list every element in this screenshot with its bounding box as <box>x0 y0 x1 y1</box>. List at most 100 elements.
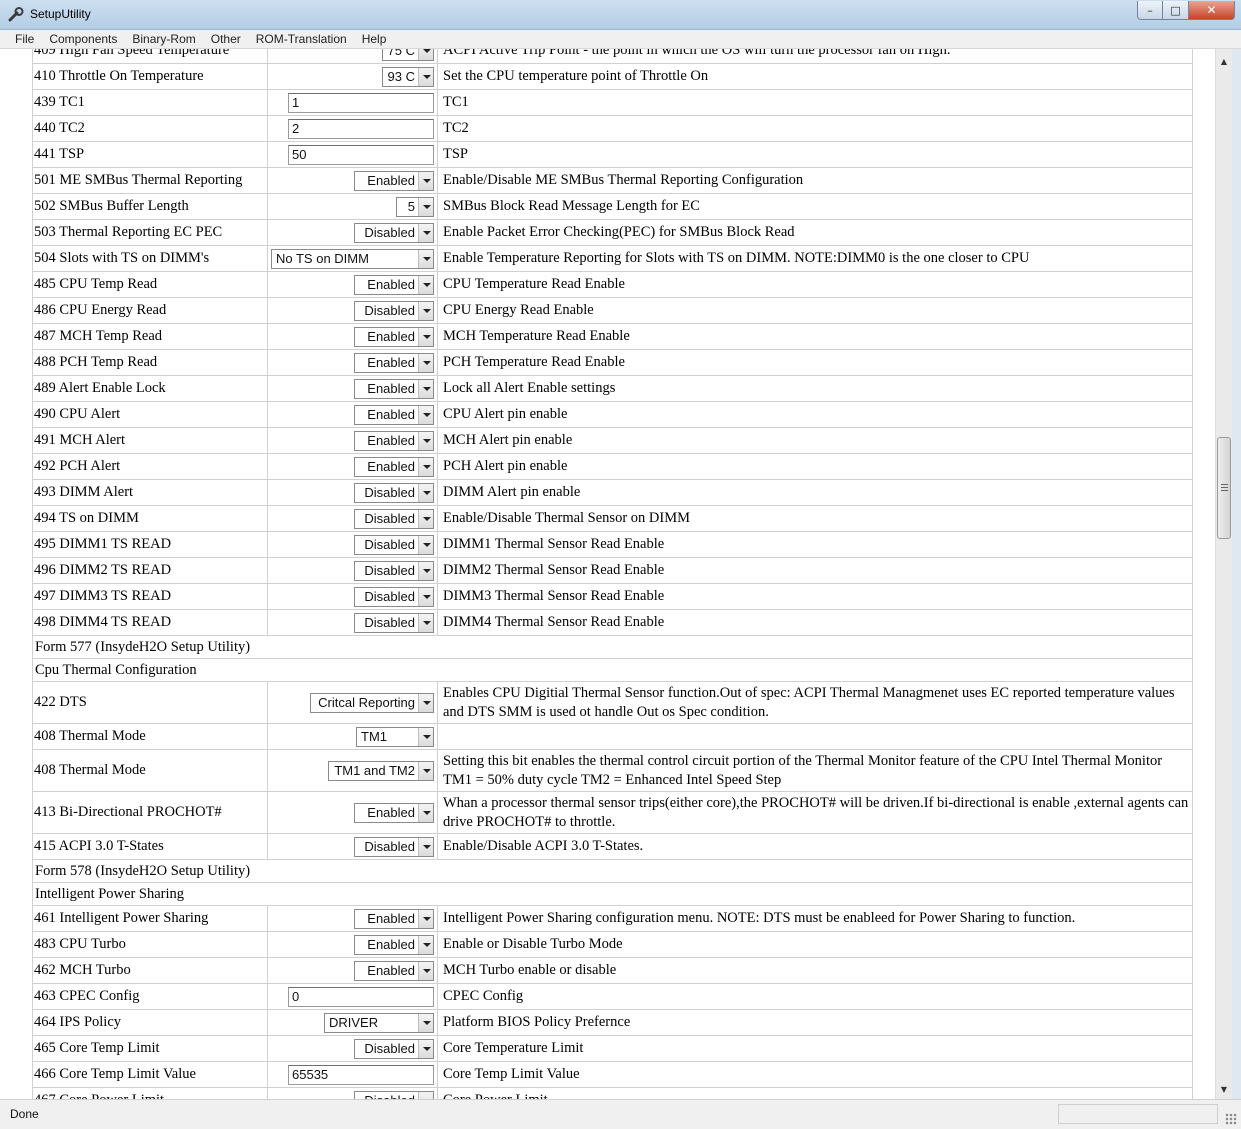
setting-dropdown[interactable]: 75 C <box>382 49 434 61</box>
dropdown-arrow-icon[interactable] <box>418 509 433 528</box>
dropdown-arrow-icon[interactable] <box>418 197 433 216</box>
dropdown-arrow-icon[interactable] <box>418 761 433 780</box>
setting-row: 440 TC2TC2 <box>32 115 1193 142</box>
setting-help: Enable or Disable Turbo Mode <box>437 931 1193 958</box>
setting-dropdown[interactable]: Enabled <box>354 326 434 347</box>
setting-name: CPU Alert <box>59 406 121 422</box>
setting-value-input[interactable] <box>288 118 434 139</box>
setting-value-input[interactable] <box>288 1064 434 1085</box>
setting-dropdown[interactable]: TM1 <box>356 726 434 747</box>
setting-control-cell: Enabled <box>267 375 438 402</box>
menu-rom-translation[interactable]: ROM-Translation <box>256 32 347 46</box>
dropdown-arrow-icon[interactable] <box>418 301 433 320</box>
setting-dropdown[interactable]: Enabled <box>354 456 434 477</box>
menu-binary-rom[interactable]: Binary-Rom <box>132 32 195 46</box>
setting-value-input[interactable] <box>288 986 434 1007</box>
dropdown-arrow-icon[interactable] <box>418 405 433 424</box>
dropdown-arrow-icon[interactable] <box>418 49 433 60</box>
dropdown-arrow-icon[interactable] <box>418 67 433 86</box>
setting-dropdown[interactable]: 93 C <box>382 66 434 87</box>
setting-control-cell: 93 C <box>267 63 438 90</box>
dropdown-value: Disabled <box>364 537 415 552</box>
dropdown-arrow-icon[interactable] <box>418 693 433 712</box>
setting-dropdown[interactable]: Disabled <box>354 222 434 243</box>
dropdown-arrow-icon[interactable] <box>418 223 433 242</box>
dropdown-arrow-icon[interactable] <box>418 457 433 476</box>
dropdown-arrow-icon[interactable] <box>418 483 433 502</box>
dropdown-arrow-icon[interactable] <box>418 431 433 450</box>
setting-dropdown[interactable]: Enabled <box>354 378 434 399</box>
minimize-button[interactable]: – <box>1137 1 1163 20</box>
dropdown-arrow-icon[interactable] <box>418 379 433 398</box>
setting-dropdown[interactable]: Enabled <box>354 802 434 823</box>
setting-help: MCH Alert pin enable <box>437 427 1193 454</box>
menu-other[interactable]: Other <box>211 32 241 46</box>
dropdown-arrow-icon[interactable] <box>418 837 433 856</box>
setting-dropdown[interactable]: Enabled <box>354 170 434 191</box>
setting-dropdown[interactable]: Disabled <box>354 612 434 633</box>
setting-help: MCH Temperature Read Enable <box>437 323 1193 350</box>
setting-dropdown[interactable]: Enabled <box>354 934 434 955</box>
dropdown-arrow-icon[interactable] <box>418 727 433 746</box>
setting-dropdown[interactable]: 5 <box>396 196 434 217</box>
setting-dropdown[interactable]: Enabled <box>354 404 434 425</box>
setting-name: SMBus Buffer Length <box>59 198 189 214</box>
scroll-down-arrow-icon[interactable]: ▼ <box>1216 1081 1232 1097</box>
setting-dropdown[interactable]: Disabled <box>354 836 434 857</box>
setting-dropdown[interactable]: DRIVER <box>324 1012 434 1033</box>
setting-id: 409 <box>34 49 56 58</box>
setting-dropdown[interactable]: Enabled <box>354 960 434 981</box>
setting-dropdown[interactable]: Disabled <box>354 300 434 321</box>
setting-dropdown[interactable]: Disabled <box>354 560 434 581</box>
dropdown-arrow-icon[interactable] <box>418 1013 433 1032</box>
setting-dropdown[interactable]: No TS on DIMM <box>271 248 434 269</box>
dropdown-arrow-icon[interactable] <box>418 249 433 268</box>
vertical-scrollbar[interactable]: ▲ ▼ <box>1215 49 1232 1099</box>
setting-dropdown[interactable]: Critcal Reporting <box>310 692 434 713</box>
setting-dropdown[interactable]: Enabled <box>354 352 434 373</box>
dropdown-arrow-icon[interactable] <box>418 171 433 190</box>
setting-dropdown[interactable]: Disabled <box>354 1038 434 1059</box>
setting-dropdown[interactable]: Enabled <box>354 908 434 929</box>
menu-help[interactable]: Help <box>362 32 387 46</box>
dropdown-arrow-icon[interactable] <box>418 1091 433 1099</box>
menu-file[interactable]: File <box>15 32 34 46</box>
setting-dropdown[interactable]: Disabled <box>354 482 434 503</box>
dropdown-arrow-icon[interactable] <box>418 1039 433 1058</box>
setting-dropdown[interactable]: TM1 and TM2 <box>328 760 434 781</box>
dropdown-arrow-icon[interactable] <box>418 327 433 346</box>
dropdown-arrow-icon[interactable] <box>418 909 433 928</box>
scroll-up-arrow-icon[interactable]: ▲ <box>1216 53 1232 69</box>
setting-dropdown[interactable]: Enabled <box>354 274 434 295</box>
dropdown-arrow-icon[interactable] <box>418 353 433 372</box>
setting-label: 440 TC2 <box>32 115 268 142</box>
setting-dropdown[interactable]: Disabled <box>354 1090 434 1099</box>
maximize-button[interactable]: □ <box>1163 1 1189 20</box>
setting-dropdown[interactable]: Disabled <box>354 534 434 555</box>
setting-control-cell: Enabled <box>267 427 438 454</box>
resize-grip-icon[interactable] <box>1225 1113 1237 1125</box>
setting-id: 498 <box>34 614 56 630</box>
dropdown-arrow-icon[interactable] <box>418 275 433 294</box>
dropdown-arrow-icon[interactable] <box>418 587 433 606</box>
dropdown-arrow-icon[interactable] <box>418 561 433 580</box>
scrollbar-thumb[interactable] <box>1217 437 1231 539</box>
close-button[interactable]: ✕ <box>1189 1 1235 20</box>
title-bar: SetupUtility – □ ✕ <box>0 0 1241 30</box>
setting-dropdown[interactable]: Enabled <box>354 430 434 451</box>
setting-dropdown[interactable]: Disabled <box>354 508 434 529</box>
dropdown-arrow-icon[interactable] <box>418 613 433 632</box>
dropdown-arrow-icon[interactable] <box>418 535 433 554</box>
dropdown-value: Disabled <box>364 839 415 854</box>
setting-name: CPU Temp Read <box>59 276 158 292</box>
setting-value-input[interactable] <box>288 144 434 165</box>
dropdown-arrow-icon[interactable] <box>418 935 433 954</box>
dropdown-arrow-icon[interactable] <box>418 803 433 822</box>
dropdown-arrow-icon[interactable] <box>418 961 433 980</box>
dropdown-value: Disabled <box>364 563 415 578</box>
setting-dropdown[interactable]: Disabled <box>354 586 434 607</box>
menu-components[interactable]: Components <box>49 32 117 46</box>
setting-row: 439 TC1TC1 <box>32 89 1193 116</box>
setting-row: 409 High Fan Speed Temperature 75 C ACPI A… <box>32 49 1193 64</box>
setting-value-input[interactable] <box>288 92 434 113</box>
